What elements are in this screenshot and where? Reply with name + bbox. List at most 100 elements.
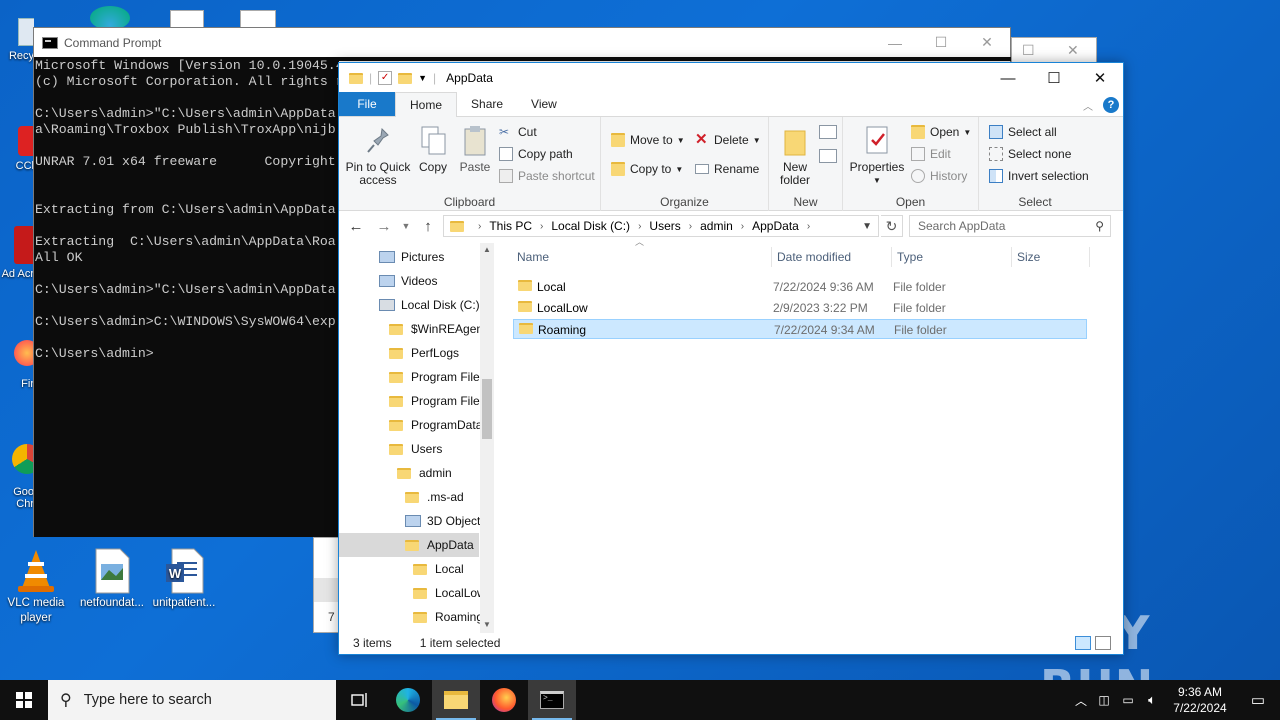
new-folder-button[interactable]: New folder xyxy=(773,121,817,187)
crumb-this-pc[interactable]: This PC xyxy=(489,219,532,233)
delete-button[interactable]: ✕ Delete ▼ xyxy=(695,132,761,147)
invert-selection-button[interactable]: Invert selection xyxy=(989,169,1089,183)
history-button[interactable]: History xyxy=(911,169,967,183)
cmd-close-button[interactable]: ✕ xyxy=(964,28,1010,57)
explorer-minimize-button[interactable]: — xyxy=(985,63,1031,93)
explorer-close-button[interactable]: ✕ xyxy=(1077,63,1123,93)
taskbar-file-explorer[interactable] xyxy=(432,680,480,720)
nav-item-locallow[interactable]: LocalLow xyxy=(413,581,486,605)
nav-item-ms-ad[interactable]: .ms-ad xyxy=(405,485,464,509)
properties-button[interactable]: Properties ▼ xyxy=(849,121,905,187)
nav-item-programdata[interactable]: ProgramData xyxy=(389,413,482,437)
file-row[interactable]: Roaming 7/22/2024 9:34 AM File folder xyxy=(513,319,1087,339)
help-icon[interactable]: ? xyxy=(1103,97,1119,113)
security-icon[interactable]: ◫ xyxy=(1092,693,1116,707)
cmd-titlebar[interactable]: Command Prompt xyxy=(34,28,1010,57)
properties-quick-icon[interactable]: ✓ xyxy=(378,71,393,85)
cmd-minimize-button[interactable]: — xyxy=(872,28,918,57)
select-none-button[interactable]: Select none xyxy=(989,147,1071,161)
nav-item-perflogs[interactable]: PerfLogs xyxy=(389,341,459,365)
edit-button[interactable]: Edit xyxy=(911,147,951,161)
nav-item-winreagent[interactable]: $WinREAgent xyxy=(389,317,486,341)
ccleaner-desktop-icon[interactable]: CCl xyxy=(0,120,34,184)
file-row[interactable]: Local 7/22/2024 9:36 AM File folder xyxy=(513,277,1087,297)
scroll-up-icon[interactable]: ▲ xyxy=(480,245,494,254)
column-size[interactable]: Size xyxy=(1017,243,1040,271)
crumb-users[interactable]: Users xyxy=(649,219,680,233)
nav-item-local-disk-c[interactable]: Local Disk (C:) xyxy=(379,293,480,317)
cut-button[interactable]: ✂ Cut xyxy=(499,125,537,139)
start-button[interactable] xyxy=(0,680,48,720)
forward-button[interactable]: → xyxy=(373,218,395,235)
copy-to-button[interactable]: Copy to ▼ xyxy=(611,162,683,176)
address-box[interactable]: › This PC › Local Disk (C:) › Users › ad… xyxy=(443,215,879,237)
taskbar-search[interactable]: ⚲ Type here to search xyxy=(48,680,336,720)
large-icons-view-icon[interactable] xyxy=(1095,636,1111,650)
crumb-local-disk[interactable]: Local Disk (C:) xyxy=(551,219,630,233)
search-input[interactable]: Search AppData ⚲ xyxy=(909,215,1111,237)
address-dropdown-icon[interactable]: ▼ xyxy=(862,221,872,232)
paste-button[interactable]: Paste xyxy=(457,121,493,174)
tab-share[interactable]: Share xyxy=(457,92,517,116)
refresh-button[interactable]: ↻ xyxy=(881,215,903,237)
explorer-titlebar[interactable]: | ✓ ▼ | AppData — ☐ ✕ xyxy=(339,63,1123,93)
volume-icon[interactable]: 🔈︎ xyxy=(1140,692,1164,708)
taskbar-edge[interactable] xyxy=(384,680,432,720)
show-hidden-icons-icon[interactable]: ︿ xyxy=(1070,692,1092,709)
nav-item-videos[interactable]: Videos xyxy=(379,269,437,293)
firefox-desktop-icon[interactable]: Fir xyxy=(0,336,34,400)
paste-shortcut-button[interactable]: Paste shortcut xyxy=(499,169,595,183)
cmd-maximize-button[interactable]: ☐ xyxy=(918,28,964,57)
cmd-console-output[interactable]: Microsoft Windows [Version 10.0.19045.40… xyxy=(34,57,339,537)
nav-item-program-files-x86[interactable]: Program Files (x86) xyxy=(389,389,494,413)
navigation-scrollbar[interactable]: ▲ ▼ xyxy=(480,243,494,633)
crumb-appdata[interactable]: AppData xyxy=(752,219,799,233)
nav-item-roaming[interactable]: Roaming xyxy=(413,605,483,629)
vlc-desktop-icon[interactable]: VLC media player xyxy=(0,548,72,626)
netfoundation-file-icon[interactable]: netfoundat... xyxy=(76,548,148,611)
clock[interactable]: 9:36 AM 7/22/2024 xyxy=(1164,684,1236,716)
select-all-button[interactable]: Select all xyxy=(989,125,1057,139)
navigation-pane[interactable]: Pictures Videos Local Disk (C:) $WinREAgent… xyxy=(339,243,494,633)
chrome-desktop-icon[interactable]: Goo Chr xyxy=(0,438,34,522)
easy-access-icon[interactable] xyxy=(819,149,837,163)
nav-item-3d-objects[interactable]: 3D Objects xyxy=(405,509,486,533)
collapse-ribbon-icon[interactable]: ︿ xyxy=(1083,98,1093,113)
copy-button[interactable]: Copy xyxy=(415,121,451,174)
tab-home[interactable]: Home xyxy=(395,92,458,117)
acrobat-desktop-icon[interactable]: Ad Acr xyxy=(0,222,34,302)
details-view-icon[interactable] xyxy=(1075,636,1091,650)
scroll-down-icon[interactable]: ▼ xyxy=(480,620,494,629)
scroll-thumb[interactable] xyxy=(482,379,492,439)
tab-view[interactable]: View xyxy=(517,92,571,116)
nav-item-pictures[interactable]: Pictures xyxy=(379,245,444,269)
move-to-button[interactable]: Move to ▼ xyxy=(611,133,685,147)
file-explorer-window[interactable]: | ✓ ▼ | AppData — ☐ ✕ File Home Share Vi… xyxy=(338,62,1124,655)
pin-to-quick-access-button[interactable]: Pin to Quick access xyxy=(345,121,411,187)
rename-button[interactable]: Rename xyxy=(695,162,759,176)
customize-quick-access-icon[interactable]: ▼ xyxy=(418,73,427,83)
new-folder-quick-icon[interactable] xyxy=(398,72,413,84)
column-date-modified[interactable]: Date modified xyxy=(777,243,851,271)
close-icon[interactable]: ✕ xyxy=(1067,42,1079,59)
tab-file[interactable]: File xyxy=(339,92,395,116)
recent-locations-button[interactable]: ▼ xyxy=(401,221,411,231)
nav-item-users[interactable]: Users xyxy=(389,437,442,461)
file-row[interactable]: LocalLow 2/9/2023 3:22 PM File folder xyxy=(513,298,1087,318)
explorer-maximize-button[interactable]: ☐ xyxy=(1031,63,1077,93)
copy-path-button[interactable]: Copy path xyxy=(499,147,573,161)
up-button[interactable]: ↑ xyxy=(417,218,439,235)
open-button[interactable]: Open ▼ xyxy=(911,125,971,139)
nav-item-local[interactable]: Local xyxy=(413,557,464,581)
network-icon[interactable]: ▭ xyxy=(1116,693,1140,707)
taskbar-command-prompt[interactable]: >_ xyxy=(528,680,576,720)
taskbar-firefox[interactable] xyxy=(480,680,528,720)
back-button[interactable]: ← xyxy=(345,218,367,235)
column-type[interactable]: Type xyxy=(897,243,923,271)
notifications-icon[interactable]: ▭ xyxy=(1236,691,1280,709)
crumb-admin[interactable]: admin xyxy=(700,219,733,233)
task-view-button[interactable] xyxy=(336,680,384,720)
unitpatient-file-icon[interactable]: W unitpatient... xyxy=(148,548,220,611)
recycle-bin-desktop-icon[interactable]: Recy xyxy=(0,10,34,74)
maximize-icon[interactable]: ☐ xyxy=(1022,42,1035,59)
